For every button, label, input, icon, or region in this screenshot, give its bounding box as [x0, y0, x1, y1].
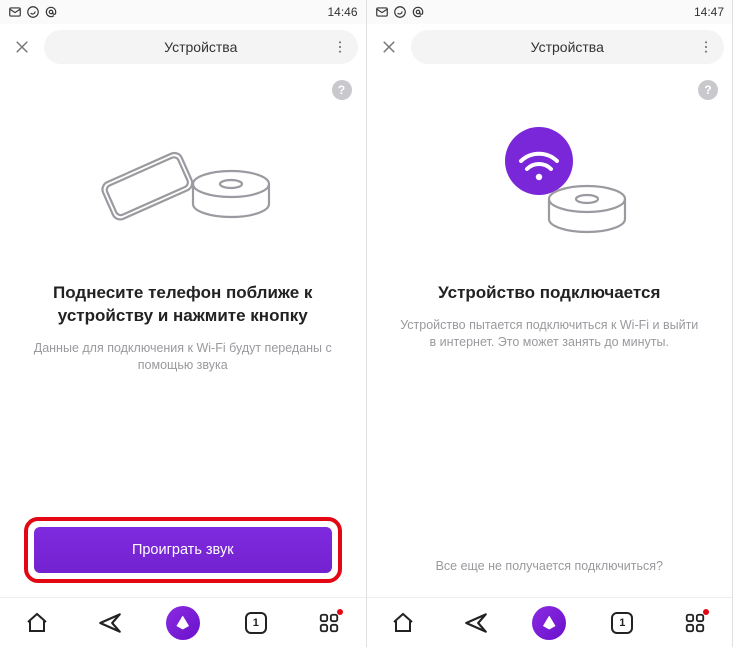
- help-label: ?: [704, 83, 711, 97]
- notification-dot-icon: [703, 609, 709, 615]
- mail-icon: [375, 5, 389, 19]
- help-button[interactable]: ?: [698, 80, 718, 100]
- nav-alice[interactable]: [529, 603, 569, 643]
- title-pill[interactable]: Устройства: [44, 30, 358, 64]
- alice-icon: [166, 606, 200, 640]
- troubleshoot-link[interactable]: Все еще не получается подключиться?: [387, 549, 713, 587]
- nav-tabs[interactable]: 1: [602, 603, 642, 643]
- tab-count: 1: [611, 612, 633, 634]
- bottom-area: Проиграть звук: [20, 517, 346, 597]
- wifi-speaker-illustration: [439, 126, 659, 246]
- status-icons: [8, 5, 58, 19]
- kebab-menu-icon[interactable]: [332, 39, 348, 55]
- callout-frame: Проиграть звук: [24, 517, 342, 583]
- title-pill[interactable]: Устройства: [411, 30, 725, 64]
- close-button[interactable]: [8, 33, 36, 61]
- whatsapp-icon: [393, 5, 407, 19]
- status-time: 14:47: [694, 5, 724, 19]
- subtext: Устройство пытается подключиться к Wi-Fi…: [399, 317, 699, 352]
- heading: Поднесите телефон поближе к устройству и…: [20, 282, 346, 328]
- alice-icon: [532, 606, 566, 640]
- nav-send[interactable]: [456, 603, 496, 643]
- mail-icon: [8, 5, 22, 19]
- at-icon: [44, 5, 58, 19]
- main-content: ? Устройство подключается Устрой: [367, 70, 733, 597]
- status-time: 14:46: [327, 5, 357, 19]
- bottom-nav: 1: [367, 597, 733, 647]
- phone-speaker-illustration: [73, 126, 293, 246]
- nav-menu[interactable]: [309, 603, 349, 643]
- page-title: Устройства: [164, 39, 237, 55]
- subtext: Данные для подключения к Wi-Fi будут пер…: [33, 340, 333, 375]
- bottom-area: Все еще не получается подключиться?: [387, 549, 713, 597]
- play-sound-button[interactable]: Проиграть звук: [34, 527, 332, 573]
- nav-send[interactable]: [90, 603, 130, 643]
- status-bar: 14:46: [0, 0, 366, 24]
- status-bar: 14:47: [367, 0, 733, 24]
- help-label: ?: [338, 83, 345, 97]
- whatsapp-icon: [26, 5, 40, 19]
- at-icon: [411, 5, 425, 19]
- tab-count: 1: [245, 612, 267, 634]
- phone-screen-right: 14:47 Устройства ?: [367, 0, 733, 647]
- top-bar: Устройства: [367, 24, 733, 70]
- bottom-nav: 1: [0, 597, 366, 647]
- nav-alice[interactable]: [163, 603, 203, 643]
- nav-home[interactable]: [383, 603, 423, 643]
- nav-tabs[interactable]: 1: [236, 603, 276, 643]
- close-button[interactable]: [375, 33, 403, 61]
- phone-screen-left: 14:46 Устройства ?: [0, 0, 367, 647]
- heading: Устройство подключается: [438, 282, 660, 305]
- nav-menu[interactable]: [675, 603, 715, 643]
- notification-dot-icon: [337, 609, 343, 615]
- page-title: Устройства: [531, 39, 604, 55]
- kebab-menu-icon[interactable]: [698, 39, 714, 55]
- status-icons: [375, 5, 425, 19]
- help-button[interactable]: ?: [332, 80, 352, 100]
- nav-home[interactable]: [17, 603, 57, 643]
- top-bar: Устройства: [0, 24, 366, 70]
- main-content: ? Поднесите телефон поближе к устройству…: [0, 70, 366, 597]
